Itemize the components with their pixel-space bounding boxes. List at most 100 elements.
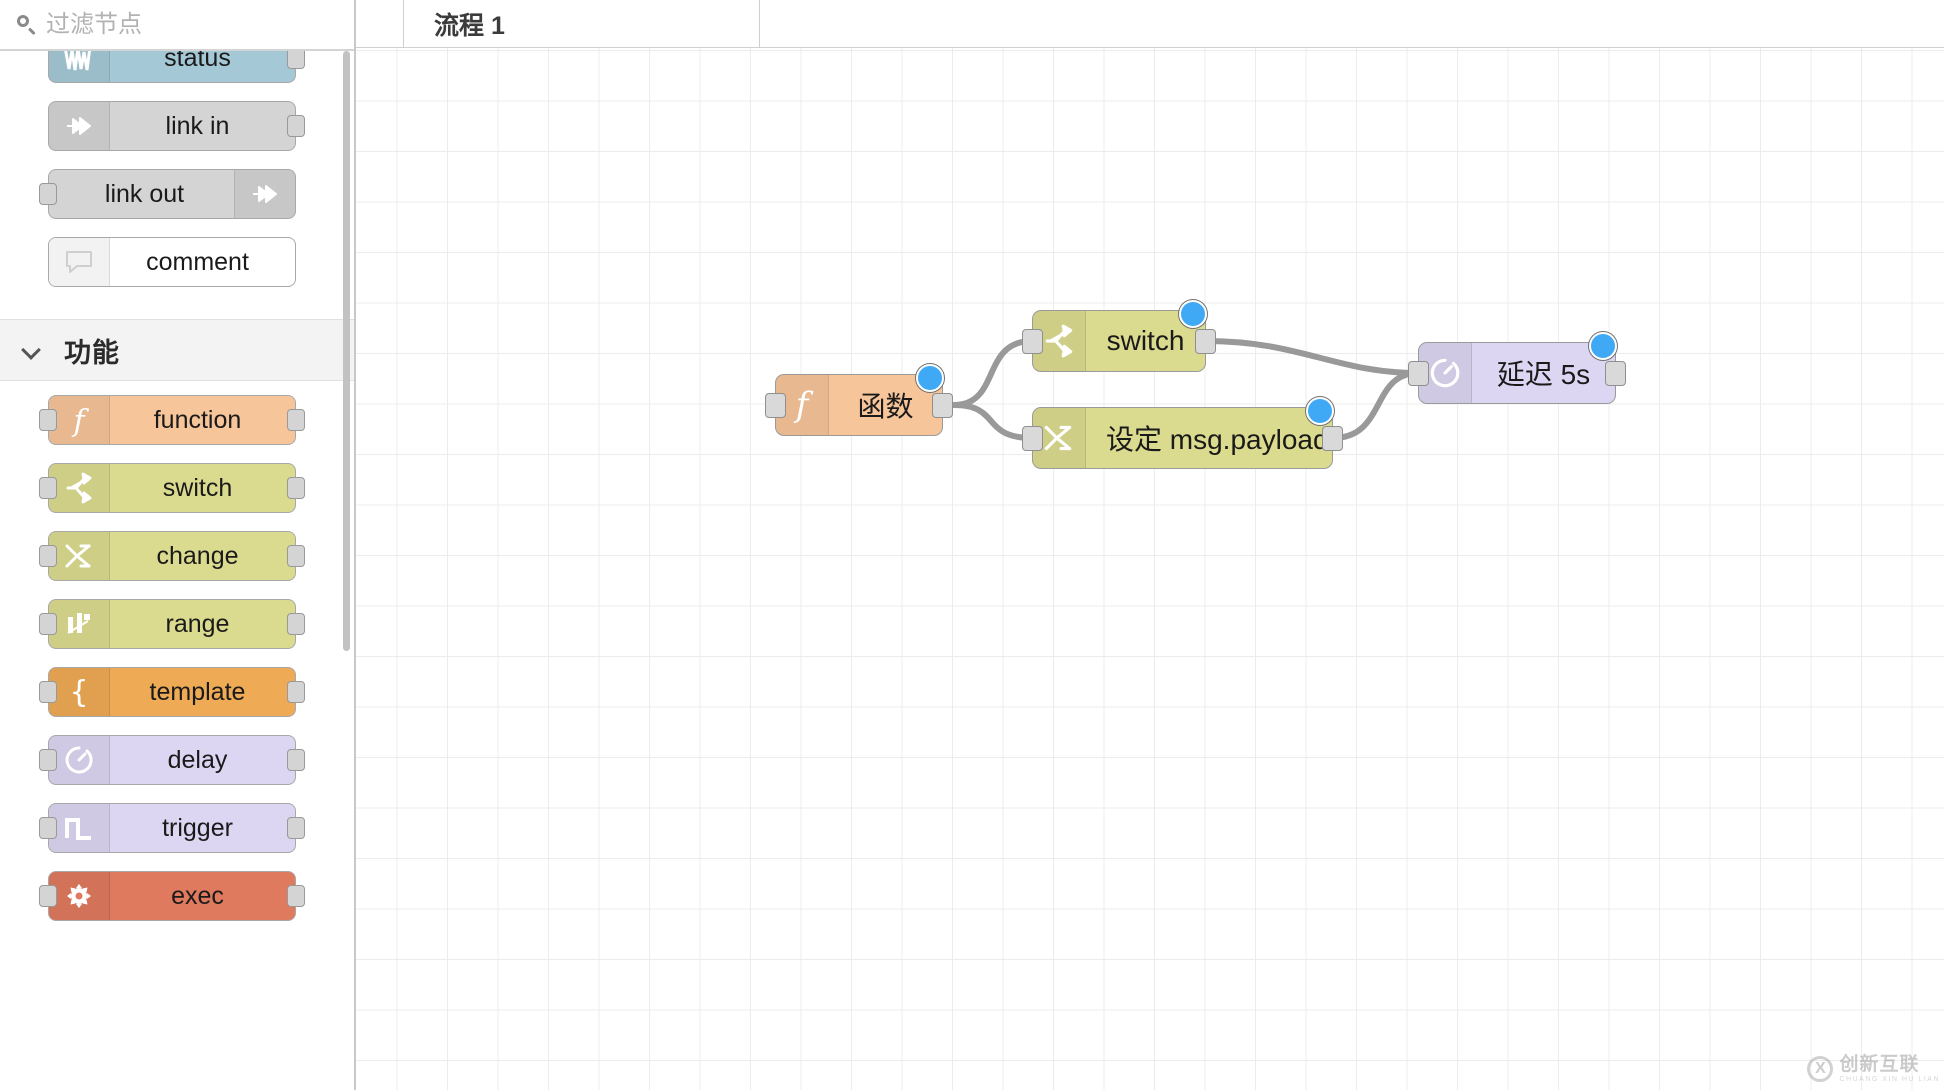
flow-canvas[interactable]: f 函数 switch 设定 msg.payload 延迟 5s [356, 48, 1944, 1090]
function-icon: f [49, 396, 110, 444]
node-output-port[interactable] [287, 477, 305, 499]
palette-category-label: 功能 [64, 337, 120, 368]
node-input-port[interactable] [39, 681, 57, 703]
palette-node-function[interactable]: f function [39, 395, 305, 445]
wire-function-switch [951, 338, 1035, 408]
node-output-port[interactable] [287, 613, 305, 635]
palette-node-comment[interactable]: comment [48, 237, 296, 287]
palette-node-status[interactable]: status [48, 51, 305, 83]
node-input-port[interactable] [1022, 426, 1043, 451]
node-output-port[interactable] [287, 115, 305, 137]
node-status-dot [1589, 332, 1617, 360]
flow-tab-label: 流程 1 [434, 11, 505, 40]
node-input-port[interactable] [765, 393, 786, 418]
flow-tab-1[interactable]: 流程 1 [404, 0, 760, 47]
watermark-logo-icon: X [1807, 1056, 1834, 1082]
palette-node-label: switch [162, 473, 233, 502]
palette-node-label: link out [104, 179, 185, 208]
palette-node-label: function [153, 405, 242, 434]
flow-node-label: 设定 msg.payload [1106, 424, 1329, 455]
palette-scrollbar-thumb[interactable] [343, 51, 350, 651]
palette-node-label: change [156, 541, 239, 570]
node-input-port[interactable] [39, 183, 57, 205]
palette-node-switch[interactable]: switch [39, 463, 305, 513]
palette-node-label: exec [171, 881, 224, 910]
svg-text:f: f [71, 404, 89, 437]
flow-node-switch[interactable]: switch [1022, 300, 1216, 372]
flow-wires [951, 338, 1421, 441]
node-output-port[interactable] [1322, 426, 1343, 451]
palette-filter-input[interactable] [46, 10, 316, 39]
wire-switch-delay [1203, 338, 1421, 376]
palette-node-link-out[interactable]: link out [39, 169, 296, 219]
node-input-port[interactable] [39, 477, 57, 499]
flow-node-delay[interactable]: 延迟 5s [1408, 332, 1626, 404]
node-input-port[interactable] [1408, 361, 1429, 386]
palette-node-label: delay [167, 745, 228, 774]
watermark-text-cn: 创新互联 [1839, 1054, 1920, 1075]
flow-node-change[interactable]: 设定 msg.payload [1022, 397, 1343, 469]
template-icon: { [49, 668, 110, 716]
range-icon [49, 600, 110, 648]
status-icon [49, 51, 110, 82]
flow-workspace: 流程 1 f 函数 switch 设定 msg.payload 延迟 5s [356, 0, 1944, 1090]
palette-node-trigger[interactable]: trigger [39, 803, 305, 853]
palette-group-function: f function switch change range {templat… [0, 381, 344, 947]
node-output-port[interactable] [287, 749, 305, 771]
switch-icon [49, 464, 110, 512]
search-icon [16, 14, 38, 36]
palette-scroll-region: status link in link out comment 功能 f fun… [0, 51, 354, 1090]
svg-text:{: { [69, 675, 88, 709]
node-output-port[interactable] [287, 409, 305, 431]
palette-node-range[interactable]: range [39, 599, 305, 649]
palette-node-label: status [164, 51, 231, 72]
node-input-port[interactable] [39, 613, 57, 635]
tabbar-left-spacer [356, 0, 404, 47]
node-output-port[interactable] [1195, 329, 1216, 354]
palette-node-template[interactable]: { template [39, 667, 305, 717]
node-output-port[interactable] [287, 51, 305, 69]
node-input-port[interactable] [39, 545, 57, 567]
exec-icon [49, 872, 110, 920]
node-output-port[interactable] [287, 545, 305, 567]
flow-tabbar: 流程 1 [356, 0, 1944, 48]
palette-scrollbar[interactable] [343, 51, 350, 1090]
node-input-port[interactable] [39, 749, 57, 771]
flow-node-label: 延迟 5s [1496, 359, 1591, 390]
link-in-icon [49, 102, 110, 150]
node-palette: status link in link ou [0, 0, 356, 1090]
change-icon [49, 532, 110, 580]
node-input-port[interactable] [39, 885, 57, 907]
palette-category-function[interactable]: 功能 [0, 319, 354, 381]
watermark-text-en: CHUANG XIN HU LIAN [1839, 1076, 1940, 1083]
palette-node-exec[interactable]: exec [39, 871, 305, 921]
palette-search-bar[interactable] [0, 0, 354, 51]
palette-node-label: template [149, 677, 246, 706]
palette-node-label: trigger [162, 813, 233, 842]
palette-node-link-in[interactable]: link in [48, 101, 305, 151]
chevron-down-icon [22, 340, 42, 360]
node-output-port[interactable] [1605, 361, 1626, 386]
palette-group-common: status link in link out comment [0, 51, 344, 313]
flow-node-function[interactable]: f 函数 [765, 364, 953, 436]
node-input-port[interactable] [1022, 329, 1043, 354]
node-output-port[interactable] [287, 817, 305, 839]
delay-icon [49, 736, 110, 784]
node-output-port[interactable] [287, 885, 305, 907]
palette-node-change[interactable]: change [39, 531, 305, 581]
svg-text:f: f [793, 386, 814, 424]
palette-node-label: range [165, 609, 230, 638]
node-input-port[interactable] [39, 817, 57, 839]
watermark: X 创新互联 CHUANG XIN HU LIAN [1807, 1054, 1940, 1084]
palette-node-label: link in [165, 111, 230, 140]
comment-icon [49, 238, 110, 286]
node-output-port[interactable] [932, 393, 953, 418]
node-input-port[interactable] [39, 409, 57, 431]
node-red-editor: status link in link ou [0, 0, 1944, 1090]
palette-node-label: comment [146, 247, 249, 276]
node-status-dot [1306, 397, 1334, 425]
palette-node-delay[interactable]: delay [39, 735, 305, 785]
node-status-dot [916, 364, 944, 392]
node-output-port[interactable] [287, 681, 305, 703]
wire-function-change [951, 402, 1035, 441]
